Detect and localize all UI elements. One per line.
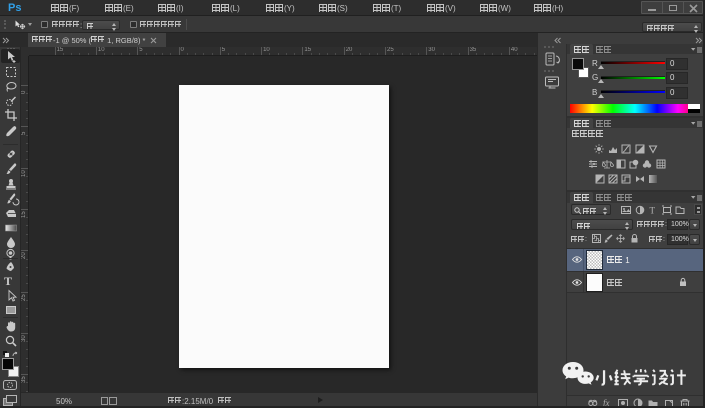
svg-text:T: T xyxy=(650,206,656,216)
